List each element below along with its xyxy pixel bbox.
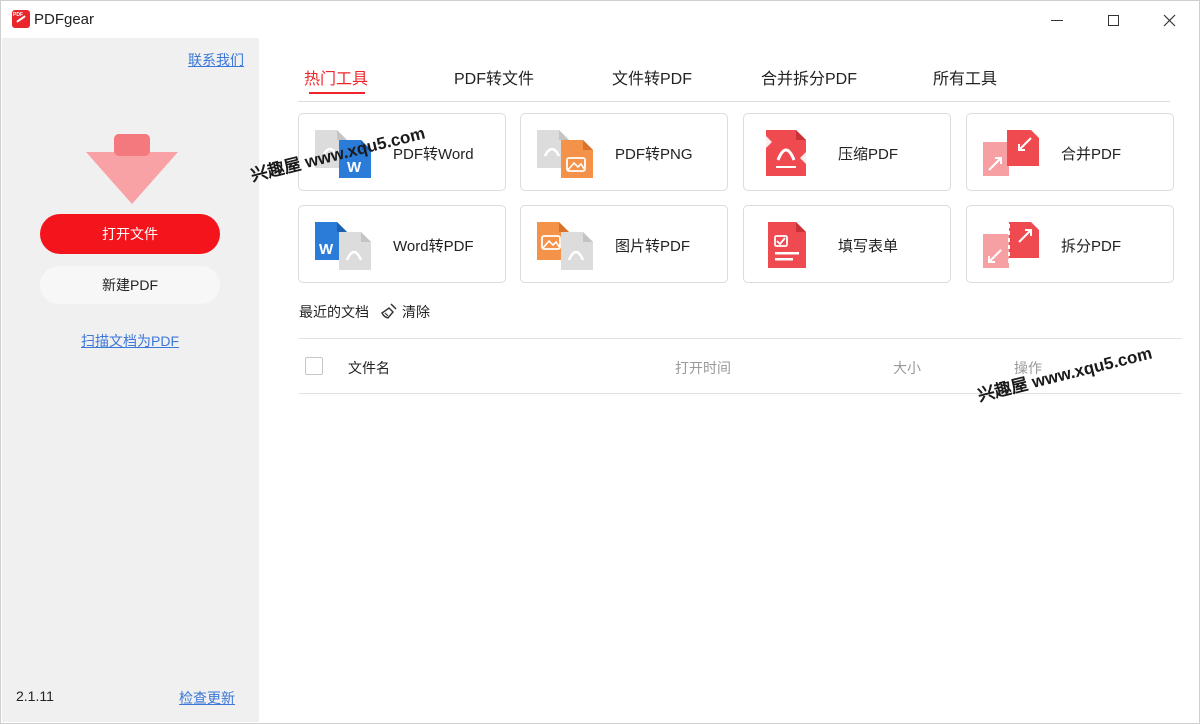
check-update-link[interactable]: 检查更新 [179, 688, 235, 708]
version-label: 2.1.11 [16, 688, 54, 704]
split-pdf-icon [983, 222, 1039, 268]
new-pdf-button[interactable]: 新建PDF [40, 266, 220, 304]
tool-card-compress-pdf[interactable]: 压缩PDF [743, 113, 951, 191]
scan-to-pdf-link[interactable]: 扫描文档为PDF [81, 331, 179, 351]
tab-popular-tools[interactable]: 热门工具 [304, 65, 368, 89]
close-button[interactable] [1146, 6, 1192, 34]
maximize-icon [1107, 14, 1119, 26]
tool-label: 填写表单 [838, 238, 899, 255]
tool-card-fill-form[interactable]: 填写表单 [743, 205, 951, 283]
pdf-to-png-icon [537, 130, 593, 178]
contact-us-link[interactable]: 联系我们 [188, 50, 244, 70]
minimize-icon [1051, 19, 1063, 21]
merge-pdf-icon [983, 130, 1039, 176]
compress-pdf-icon [766, 130, 806, 176]
table-divider [299, 393, 1182, 394]
tool-label: Word转PDF [393, 238, 474, 255]
pdfgear-logo-icon: PDF [12, 10, 30, 28]
select-all-checkbox[interactable] [305, 357, 323, 375]
image-to-pdf-icon [537, 222, 593, 270]
column-header-size[interactable]: 大小 [893, 358, 921, 378]
tool-label: 拆分PDF [1061, 238, 1122, 255]
recent-documents-title: 最近的文档 [299, 304, 369, 320]
sidebar: 联系我们 打开文件 新建PDF 扫描文档为PDF 2.1.11 检查更新 [2, 38, 259, 722]
fill-form-icon [768, 222, 806, 268]
tool-card-split-pdf[interactable]: 拆分PDF [966, 205, 1174, 283]
tool-card-image-to-pdf[interactable]: 图片转PDF [520, 205, 728, 283]
close-icon [1163, 14, 1175, 26]
open-file-arrow-icon [86, 134, 178, 204]
svg-text:W: W [319, 241, 334, 258]
tool-card-pdf-to-png[interactable]: PDF转PNG [520, 113, 728, 191]
app-title: PDFgear [34, 11, 95, 28]
column-header-name[interactable]: 文件名 [348, 358, 390, 378]
tool-tabs: 热门工具 PDF转文件 文件转PDF 合并拆分PDF 所有工具 [298, 56, 1170, 102]
logo-text: PDF [13, 12, 23, 18]
clear-recent-button[interactable]: 清除 [402, 302, 430, 322]
word-to-pdf-icon: W [315, 222, 371, 270]
tool-card-merge-pdf[interactable]: 合并PDF [966, 113, 1174, 191]
tool-label: 图片转PDF [615, 238, 691, 255]
broom-icon[interactable] [380, 302, 398, 320]
active-tab-indicator [309, 92, 365, 94]
column-header-time[interactable]: 打开时间 [675, 358, 731, 378]
maximize-button[interactable] [1090, 6, 1136, 34]
open-file-button[interactable]: 打开文件 [40, 214, 220, 254]
tab-pdf-to-file[interactable]: PDF转文件 [454, 65, 534, 89]
tool-label: PDF转PNG [615, 146, 693, 163]
tab-all-tools[interactable]: 所有工具 [933, 65, 997, 89]
title-bar: PDF PDFgear [0, 0, 1200, 40]
tab-file-to-pdf[interactable]: 文件转PDF [612, 65, 692, 89]
watermark-text: 兴趣屋 www.xqu5.com [975, 343, 1154, 406]
tool-label: 压缩PDF [838, 146, 899, 163]
tab-merge-split-pdf[interactable]: 合并拆分PDF [761, 65, 857, 89]
table-divider [299, 338, 1182, 339]
tool-card-word-to-pdf[interactable]: W Word转PDF [298, 205, 506, 283]
minimize-button[interactable] [1034, 6, 1080, 34]
tool-label: 合并PDF [1061, 146, 1122, 163]
